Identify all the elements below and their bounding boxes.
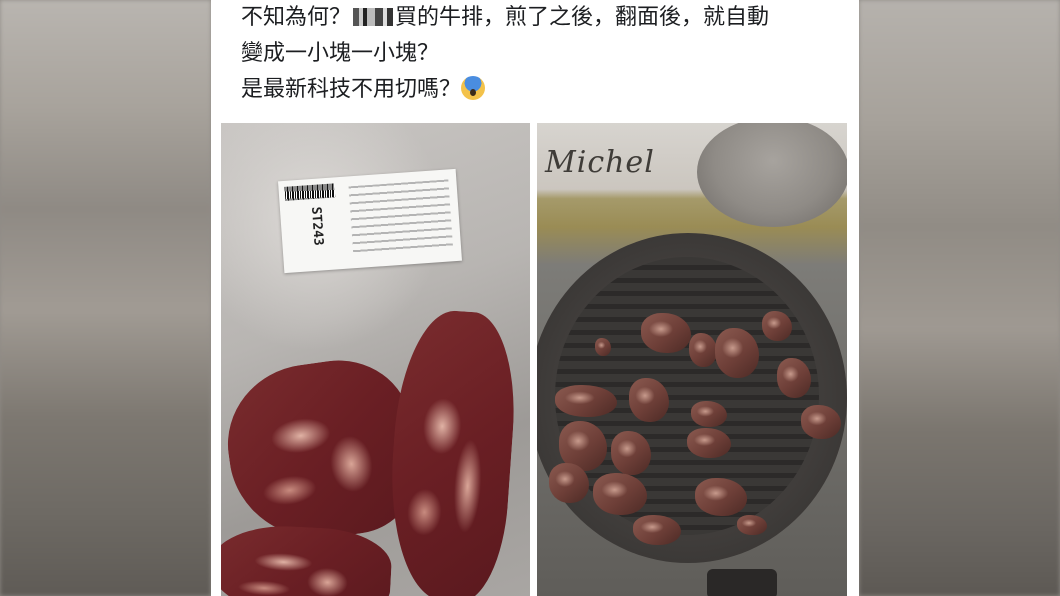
blurred-background-left bbox=[0, 0, 211, 596]
steak-piece bbox=[221, 522, 394, 596]
meat-chunk bbox=[549, 463, 589, 503]
censored-store-name bbox=[353, 8, 394, 26]
meat-chunk bbox=[593, 473, 647, 515]
post-text-line-3-text: 是最新科技不用切嗎？ bbox=[241, 77, 462, 102]
post-text-line-3: 是最新科技不用切嗎？ bbox=[241, 72, 841, 108]
meat-chunk bbox=[633, 515, 681, 545]
photo-frying-pan[interactable]: Michel bbox=[537, 123, 847, 596]
meat-chunk bbox=[737, 515, 767, 535]
post-text-line-1-start: 不知為何？ bbox=[241, 5, 352, 30]
pan-handle bbox=[707, 569, 777, 596]
meat-chunk bbox=[555, 385, 617, 417]
meat-chunk bbox=[695, 478, 747, 516]
post-text-line-1: 不知為何？ 買的牛排，煎了之後，翻面後，就自動 bbox=[241, 0, 841, 36]
package-label: ST243 bbox=[278, 168, 462, 274]
post-text-line-2: 變成一小塊一小塊？ bbox=[241, 41, 440, 66]
meat-chunk bbox=[629, 378, 669, 422]
social-post: 不知為何？ 買的牛排，煎了之後，翻面後，就自動 變成一小塊一小塊？ 是最新科技不用… bbox=[211, 0, 859, 596]
label-fine-print bbox=[348, 179, 454, 257]
meat-chunk bbox=[762, 311, 792, 341]
meat-chunk bbox=[595, 338, 611, 356]
label-code: ST243 bbox=[307, 206, 326, 247]
blurred-background-right bbox=[859, 0, 1060, 596]
steak-piece bbox=[383, 307, 521, 596]
barcode-icon bbox=[284, 183, 336, 201]
meat-chunk bbox=[801, 405, 841, 439]
pan-lid bbox=[697, 123, 847, 227]
post-text-line-1-end: 買的牛排，煎了之後，翻面後，就自動 bbox=[395, 5, 770, 30]
meat-chunk bbox=[777, 358, 811, 398]
brand-text: Michel bbox=[545, 145, 655, 180]
meat-chunk bbox=[687, 428, 731, 458]
post-text: 不知為何？ 買的牛排，煎了之後，翻面後，就自動 變成一小塊一小塊？ 是最新科技不用… bbox=[241, 0, 841, 108]
meat-chunk bbox=[641, 313, 691, 353]
meat-chunk bbox=[611, 431, 651, 475]
meat-chunk bbox=[691, 401, 727, 427]
photo-packaged-steak[interactable]: ST243 bbox=[221, 123, 530, 596]
meat-chunk bbox=[689, 333, 717, 367]
screaming-face-emoji-icon bbox=[461, 76, 486, 100]
